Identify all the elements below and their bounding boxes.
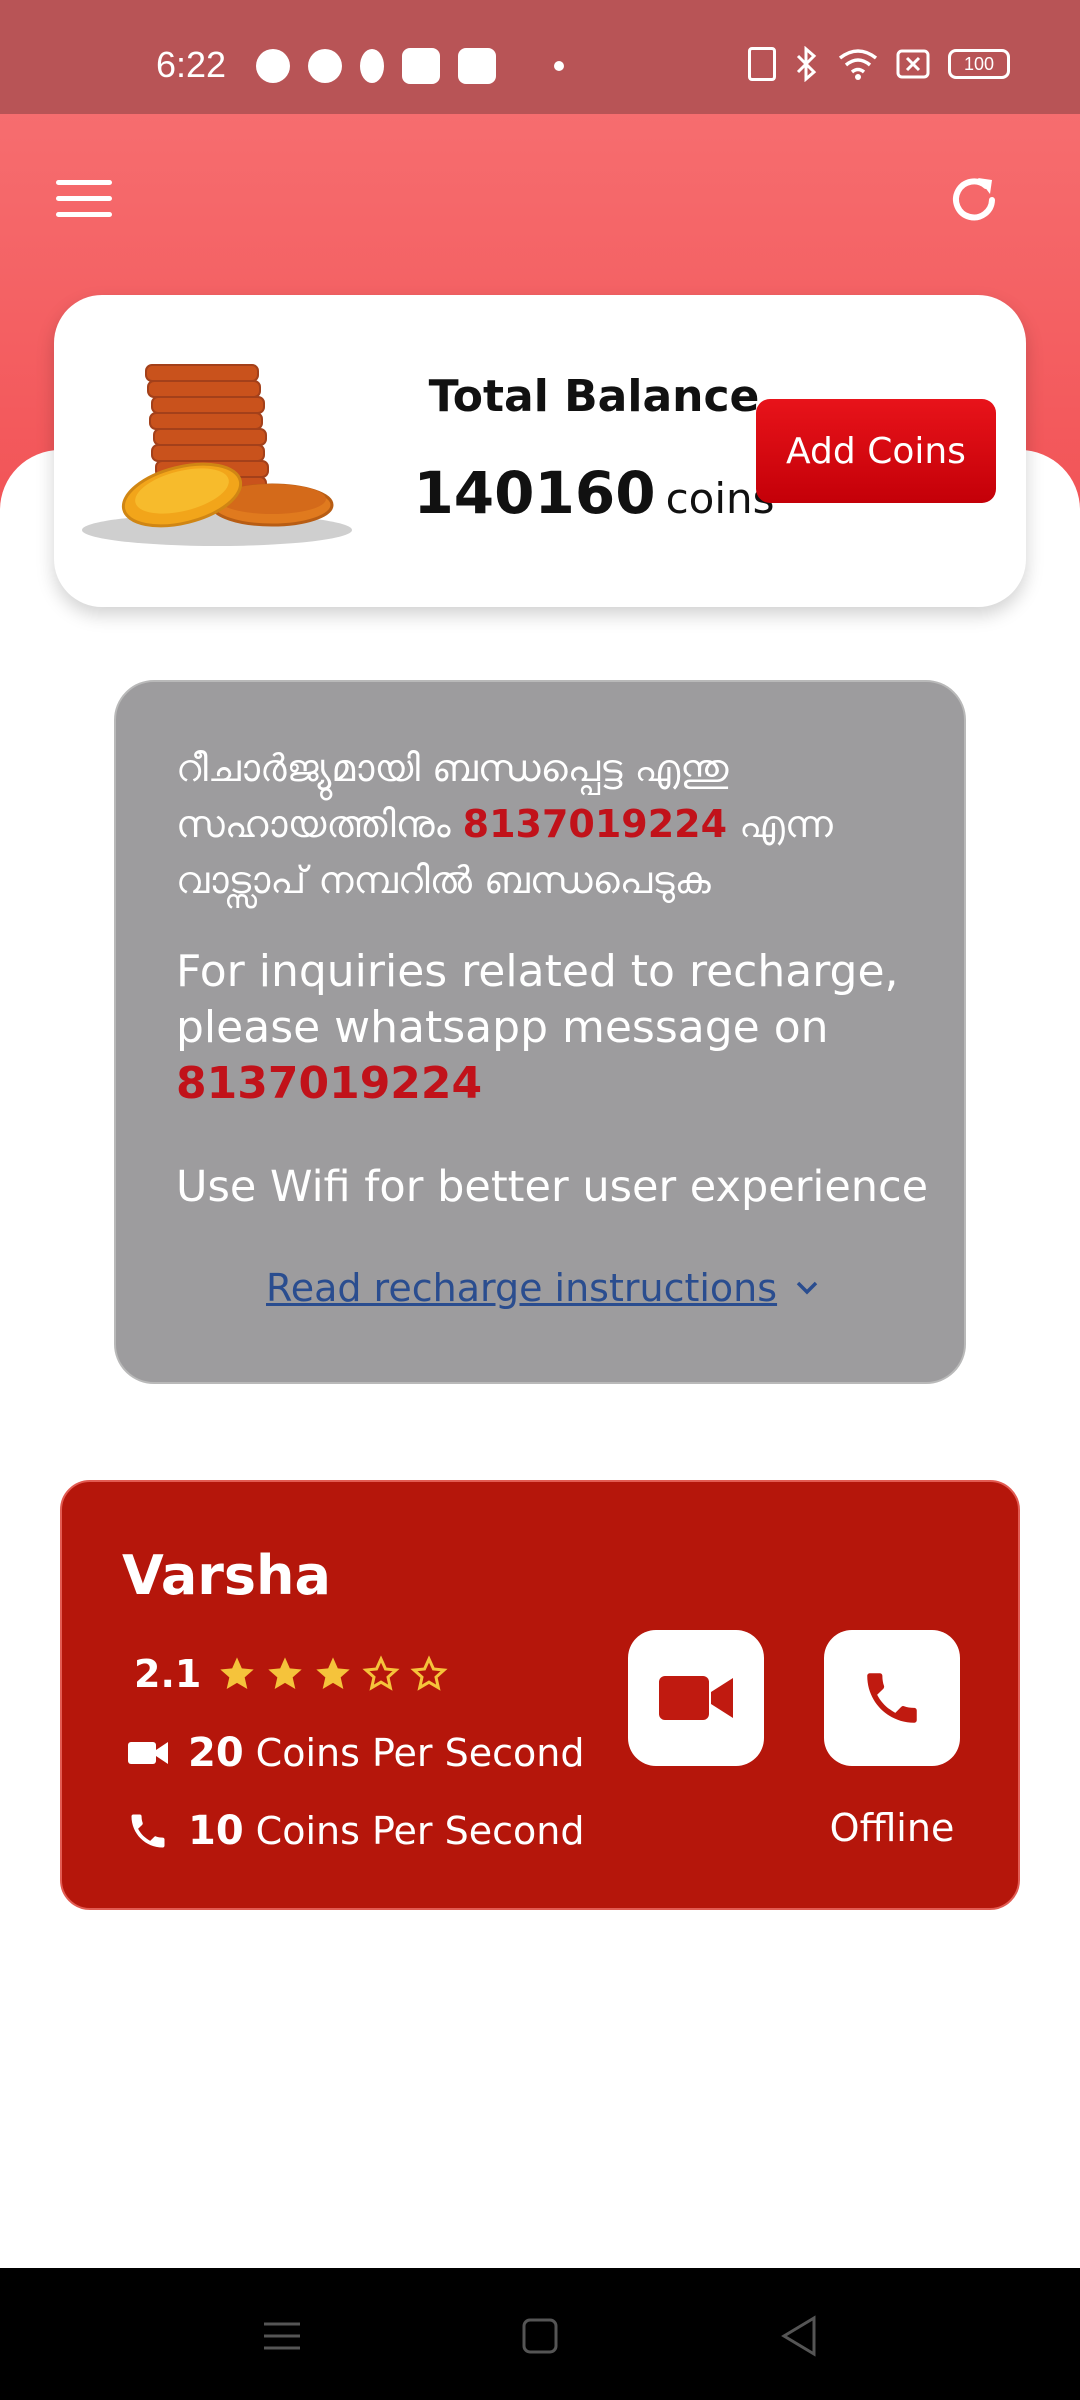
chevron-down-icon — [796, 1281, 818, 1295]
agent-card[interactable]: Varsha 2.1 20 Coins Per Second 10 Coins … — [60, 1480, 1020, 1910]
more-notifications-icon — [554, 61, 564, 71]
recharge-info-card: റീചാർജ്യുമായി ബന്ധപ്പെട്ട എന്തു സഹായത്തി… — [114, 680, 966, 1384]
vibrate-icon — [748, 47, 776, 81]
instructions-label: Read recharge instructions — [266, 1266, 778, 1310]
balance-card: Total Balance 140160 coins Add Coins — [54, 295, 1026, 607]
refresh-icon — [953, 178, 995, 221]
navigation-bar — [0, 2268, 1080, 2400]
star-outline-icon — [410, 1655, 448, 1691]
recharge-instructions-link[interactable]: Read recharge instructions — [266, 1266, 819, 1310]
star-filled-icon — [220, 1657, 254, 1689]
status-icons-right: 100 — [748, 46, 1010, 82]
app-icon — [458, 48, 496, 84]
balance-title: Total Balance — [428, 371, 760, 422]
bluetooth-icon — [796, 46, 817, 82]
menu-icon-bar — [56, 196, 112, 201]
menu-button[interactable] — [56, 180, 112, 220]
balance-amount: 140160 coins — [384, 459, 804, 527]
agent-name: Varsha — [122, 1544, 331, 1607]
play-icon — [308, 49, 342, 83]
video-rate-value: 20 — [188, 1730, 244, 1776]
video-rate-suffix: Coins Per Second — [255, 1731, 585, 1775]
malayalam-help-text: റീചാർജ്യുമായി ബന്ധപ്പെട്ട എന്തു സഹായത്തി… — [176, 740, 936, 908]
balance-value: 140160 — [413, 459, 656, 527]
call-rate-suffix: Coins Per Second — [255, 1809, 585, 1853]
status-icons-left — [256, 48, 564, 84]
menu-icon — [56, 180, 112, 185]
voice-call-button[interactable] — [824, 1630, 960, 1766]
en-text: For inquiries related to recharge, pleas… — [176, 946, 899, 1053]
notification-icon — [256, 49, 290, 83]
ml-phone-number[interactable]: 8137019224 — [463, 802, 727, 846]
wifi-icon — [838, 49, 878, 80]
media-icon — [402, 48, 440, 84]
sim-icon — [896, 49, 930, 79]
star-outline-icon — [362, 1655, 400, 1691]
video-icon — [128, 1742, 168, 1764]
recents-icon[interactable] — [252, 2308, 312, 2364]
phone-icon — [867, 1673, 917, 1723]
rating-value: 2.1 — [134, 1652, 202, 1696]
video-camera-icon — [659, 1676, 733, 1720]
status-bar: 6:22 100 — [0, 0, 1080, 114]
phone-icon — [131, 1814, 165, 1848]
en-phone-number[interactable]: 8137019224 — [176, 1058, 482, 1109]
back-icon[interactable] — [770, 2308, 830, 2364]
call-rate-value: 10 — [188, 1808, 244, 1854]
location-icon — [360, 49, 384, 83]
wifi-note: Use Wifi for better user experience — [176, 1162, 929, 1212]
video-call-button[interactable] — [628, 1630, 764, 1766]
agent-rating: 2.1 — [134, 1652, 449, 1696]
agent-status: Offline — [829, 1806, 955, 1850]
home-icon[interactable] — [510, 2308, 570, 2364]
english-help-text: For inquiries related to recharge, pleas… — [176, 944, 936, 1112]
star-filled-icon — [268, 1657, 302, 1689]
status-time: 6:22 — [156, 44, 227, 85]
coin-stack-icon — [82, 364, 352, 546]
video-rate-row: 20 Coins Per Second — [126, 1730, 584, 1776]
battery-icon: 100 — [948, 49, 1010, 79]
menu-icon-bar — [56, 212, 112, 217]
star-filled-icon — [316, 1657, 350, 1689]
refresh-button[interactable] — [944, 170, 1004, 230]
add-coins-button[interactable]: Add Coins — [756, 399, 996, 503]
call-rate-row: 10 Coins Per Second — [126, 1808, 584, 1854]
